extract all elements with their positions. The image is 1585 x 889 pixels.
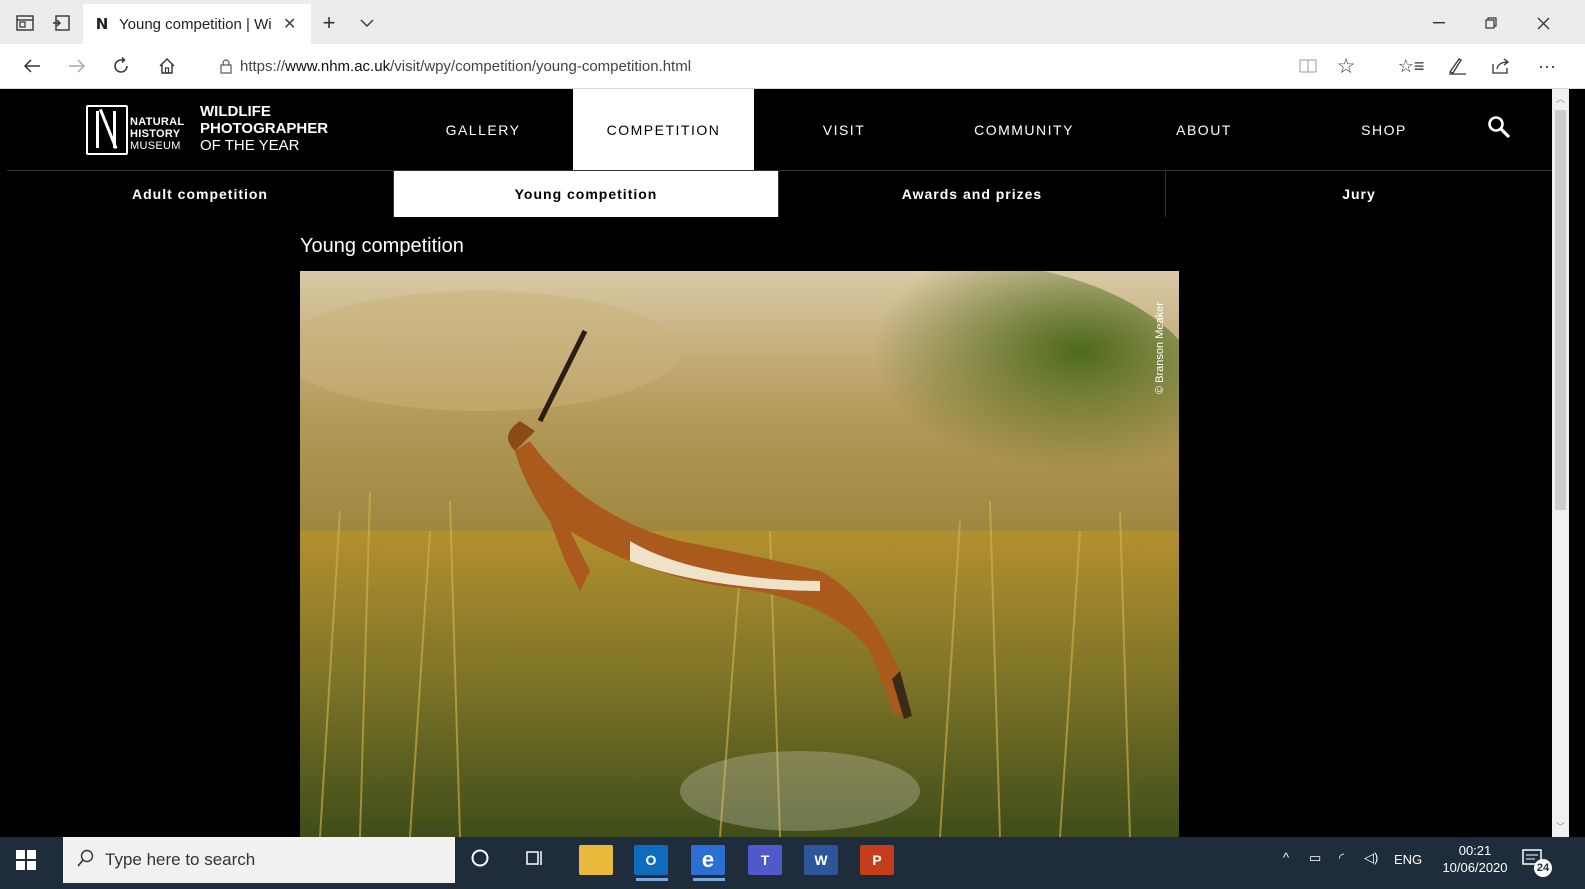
tab-close-icon[interactable]: ✕ xyxy=(283,14,296,34)
set-tabs-aside-icon[interactable] xyxy=(50,12,72,34)
subnav-adult-competition[interactable]: Adult competition xyxy=(7,171,394,217)
wifi-icon[interactable]: ◜ xyxy=(1339,850,1344,866)
subnav-awards-and-prizes[interactable]: Awards and prizes xyxy=(779,171,1166,217)
browser-tab-bar: N Young competition | Wi ✕ + xyxy=(0,0,1585,44)
logo-text-line: NATURAL xyxy=(130,116,185,128)
nav-gallery[interactable]: GALLERY xyxy=(393,89,573,170)
search-magnifier-icon xyxy=(77,849,95,872)
cortana-icon[interactable] xyxy=(470,848,496,874)
active-tab[interactable]: N Young competition | Wi ✕ xyxy=(83,4,311,44)
search-icon[interactable] xyxy=(1487,115,1515,143)
minimize-icon[interactable] xyxy=(1428,12,1450,34)
nav-competition[interactable]: COMPETITION xyxy=(573,89,754,170)
site-logo[interactable]: NATURAL HISTORY MUSEUM WILDLIFE PHOTOGRA… xyxy=(86,103,328,159)
close-window-icon[interactable] xyxy=(1532,12,1554,34)
notification-count-badge: 24 xyxy=(1534,859,1552,877)
nav-community[interactable]: COMMUNITY xyxy=(934,89,1114,170)
lock-icon[interactable] xyxy=(216,56,236,76)
logo-text-line: PHOTOGRAPHER xyxy=(200,120,329,137)
nhm-logo-icon xyxy=(86,105,128,155)
website-content: NATURAL HISTORY MUSEUM WILDLIFE PHOTOGRA… xyxy=(7,89,1552,837)
scroll-down-arrow-icon[interactable]: ﹀ xyxy=(1555,820,1566,832)
new-tab-icon[interactable]: + xyxy=(318,10,340,35)
action-center-icon[interactable]: 24 xyxy=(1522,849,1552,877)
photo-credit-text: © Branson Meaker xyxy=(1154,302,1166,394)
task-view-icon[interactable] xyxy=(525,848,551,874)
clock-time: 00:21 xyxy=(1458,843,1492,858)
refresh-icon[interactable] xyxy=(109,54,133,78)
favorites-hub-icon[interactable]: ☆≡ xyxy=(1398,53,1425,79)
logo-text-line: WILDLIFE xyxy=(200,103,271,120)
web-note-pen-icon[interactable] xyxy=(1444,53,1470,79)
photo-credit: © Branson Meaker xyxy=(1152,289,1166,399)
home-icon[interactable] xyxy=(155,54,179,78)
forward-icon[interactable] xyxy=(65,54,89,78)
file-explorer-icon[interactable] xyxy=(579,845,613,875)
tab-actions-icon[interactable] xyxy=(14,12,36,34)
tab-preview-chevron-icon[interactable] xyxy=(356,12,378,34)
wpy-wordmark: WILDLIFE PHOTOGRAPHER OF THE YEAR xyxy=(200,103,328,154)
powerpoint-icon[interactable]: P xyxy=(860,845,894,875)
nav-about[interactable]: ABOUT xyxy=(1114,89,1294,170)
clock[interactable]: 00:21 10/06/2020 xyxy=(1437,843,1513,875)
show-hidden-icons-chevron-icon[interactable]: ^ xyxy=(1283,850,1289,865)
restore-icon[interactable] xyxy=(1480,12,1502,34)
nhm-favicon-icon: N xyxy=(95,15,109,33)
language-indicator[interactable]: ENG xyxy=(1394,852,1422,867)
url-prefix: https:// xyxy=(240,57,286,75)
url-host: www.nhm.ac.uk xyxy=(285,57,391,75)
battery-icon[interactable]: ▭ xyxy=(1309,850,1321,866)
logo-text-line: HISTORY xyxy=(130,128,181,140)
word-icon[interactable]: W xyxy=(804,845,838,875)
more-menu-icon[interactable]: ··· xyxy=(1534,53,1560,79)
scroll-up-arrow-icon[interactable]: ︿ xyxy=(1555,92,1566,104)
share-icon[interactable] xyxy=(1488,53,1514,79)
edge-icon[interactable]: e xyxy=(691,845,725,875)
logo-text-line: MUSEUM xyxy=(130,140,181,152)
url-path: /visit/wpy/competition/young-competition… xyxy=(390,57,692,75)
nav-visit[interactable]: VISIT xyxy=(754,89,934,170)
page-title: Young competition xyxy=(300,235,464,257)
windows-start-icon[interactable] xyxy=(16,850,46,876)
subnav-jury[interactable]: Jury xyxy=(1166,171,1552,217)
scrollbar-thumb[interactable] xyxy=(1555,110,1566,510)
tab-title: Young competition | Wi xyxy=(119,15,272,33)
back-icon[interactable] xyxy=(20,54,44,78)
taskbar-search-box[interactable]: Type here to search xyxy=(63,837,455,883)
address-bar[interactable]: https://www.nhm.ac.uk/visit/wpy/competit… xyxy=(240,51,1360,81)
nhm-wordmark: NATURAL HISTORY MUSEUM xyxy=(130,116,184,152)
volume-icon[interactable]: ◁) xyxy=(1364,850,1378,866)
featured-photo xyxy=(300,271,1179,837)
taskbar-search-placeholder: Type here to search xyxy=(105,850,256,869)
subnav-young-competition[interactable]: Young competition xyxy=(394,171,779,217)
logo-text-line: OF THE YEAR xyxy=(200,137,300,154)
teams-icon[interactable]: T xyxy=(748,845,782,875)
active-app-indicator xyxy=(636,878,668,881)
outlook-icon[interactable]: O xyxy=(634,845,668,875)
nav-shop[interactable]: SHOP xyxy=(1294,89,1474,170)
active-app-indicator xyxy=(693,878,725,881)
clock-date: 10/06/2020 xyxy=(1442,860,1508,875)
